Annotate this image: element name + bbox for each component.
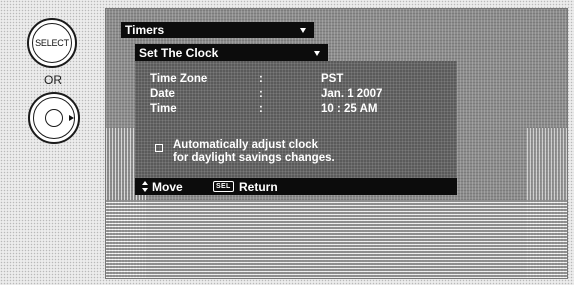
move-label: Move (152, 180, 183, 194)
time-zone-value: PST (321, 73, 344, 85)
date-value: Jan. 1 2007 (321, 88, 383, 100)
dst-text-line-1: Automatically adjust clock (173, 139, 319, 151)
navigation-pad[interactable] (28, 92, 80, 144)
dst-option-text: Automatically adjust clock for daylight … (173, 139, 443, 165)
return-label: Return (239, 180, 278, 194)
time-value: 10 : 25 AM (321, 103, 378, 115)
background-pattern-floor (106, 200, 567, 278)
up-down-arrow-icon (142, 181, 149, 192)
tv-screen: Timers Set The Clock Time Zone : PST Dat… (105, 8, 568, 279)
chevron-down-icon (314, 50, 320, 56)
timers-menu-title[interactable]: Timers (121, 22, 314, 38)
sel-button-icon: SEL (213, 181, 234, 192)
separator: : (259, 88, 263, 100)
clock-settings-panel: Time Zone : PST Date : Jan. 1 2007 Time … (135, 61, 457, 178)
separator: : (259, 103, 263, 115)
or-label: OR (44, 73, 62, 87)
navigation-center-button[interactable] (45, 109, 63, 127)
set-the-clock-title[interactable]: Set The Clock (135, 44, 328, 61)
time-zone-label: Time Zone (150, 73, 208, 85)
select-button[interactable]: SELECT (27, 18, 77, 68)
dst-text-line-2: for daylight savings changes. (173, 152, 335, 164)
time-label: Time (150, 103, 177, 115)
date-label: Date (150, 88, 175, 100)
remote-panel: SELECT OR (0, 0, 104, 285)
separator: : (259, 73, 263, 85)
dst-checkbox[interactable] (155, 144, 163, 152)
set-the-clock-text: Set The Clock (139, 45, 219, 60)
date-row[interactable]: Date : Jan. 1 2007 (150, 88, 450, 102)
time-zone-row[interactable]: Time Zone : PST (150, 73, 450, 87)
select-button-label: SELECT (32, 23, 72, 63)
right-arrow-icon (69, 115, 74, 121)
chevron-down-icon (300, 28, 306, 33)
help-bar: Move SEL Return (135, 178, 457, 195)
time-row[interactable]: Time : 10 : 25 AM (150, 103, 450, 117)
timers-title-text: Timers (125, 23, 165, 37)
